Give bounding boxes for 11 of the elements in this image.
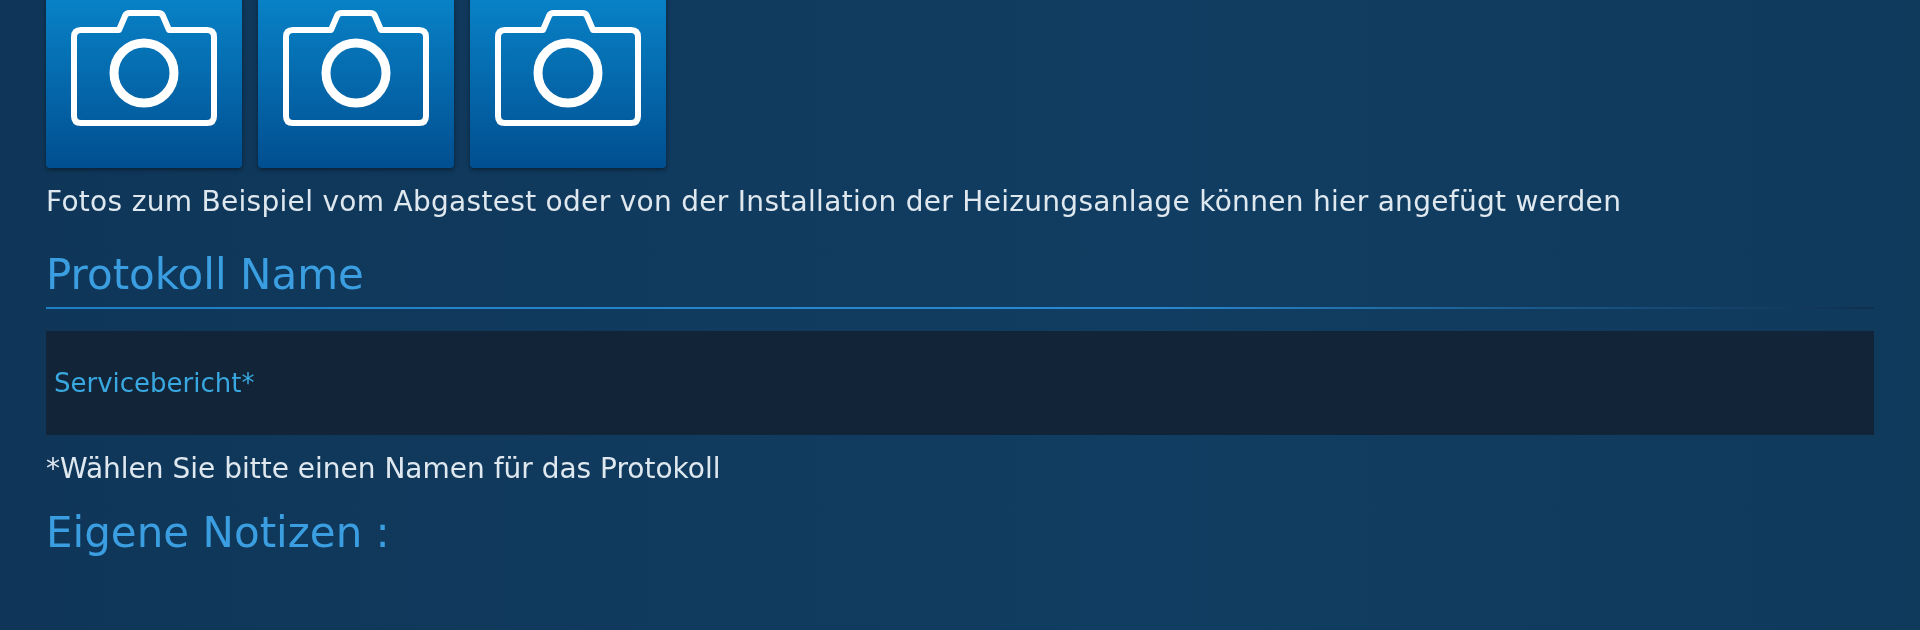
input-field[interactable]: Servicebericht* bbox=[46, 331, 1874, 435]
section-heading: Protokoll Name bbox=[46, 249, 365, 301]
field-hint-text: *Wählen Sie bitte einen Namen für das Protokoll bbox=[46, 451, 722, 487]
camera-icon bbox=[283, 10, 429, 126]
section-heading: Eigene Notizen : bbox=[46, 507, 391, 559]
camera-icon bbox=[71, 10, 217, 126]
camera-button[interactable] bbox=[470, 0, 666, 168]
photo-hint-text: Fotos zum Beispiel vom Abgastest oder von der Installation der Heizungsanlage können hier angefügt werden bbox=[46, 184, 1623, 220]
camera-button[interactable] bbox=[258, 0, 454, 168]
camera-icon bbox=[495, 10, 641, 126]
camera-button[interactable] bbox=[46, 0, 242, 168]
